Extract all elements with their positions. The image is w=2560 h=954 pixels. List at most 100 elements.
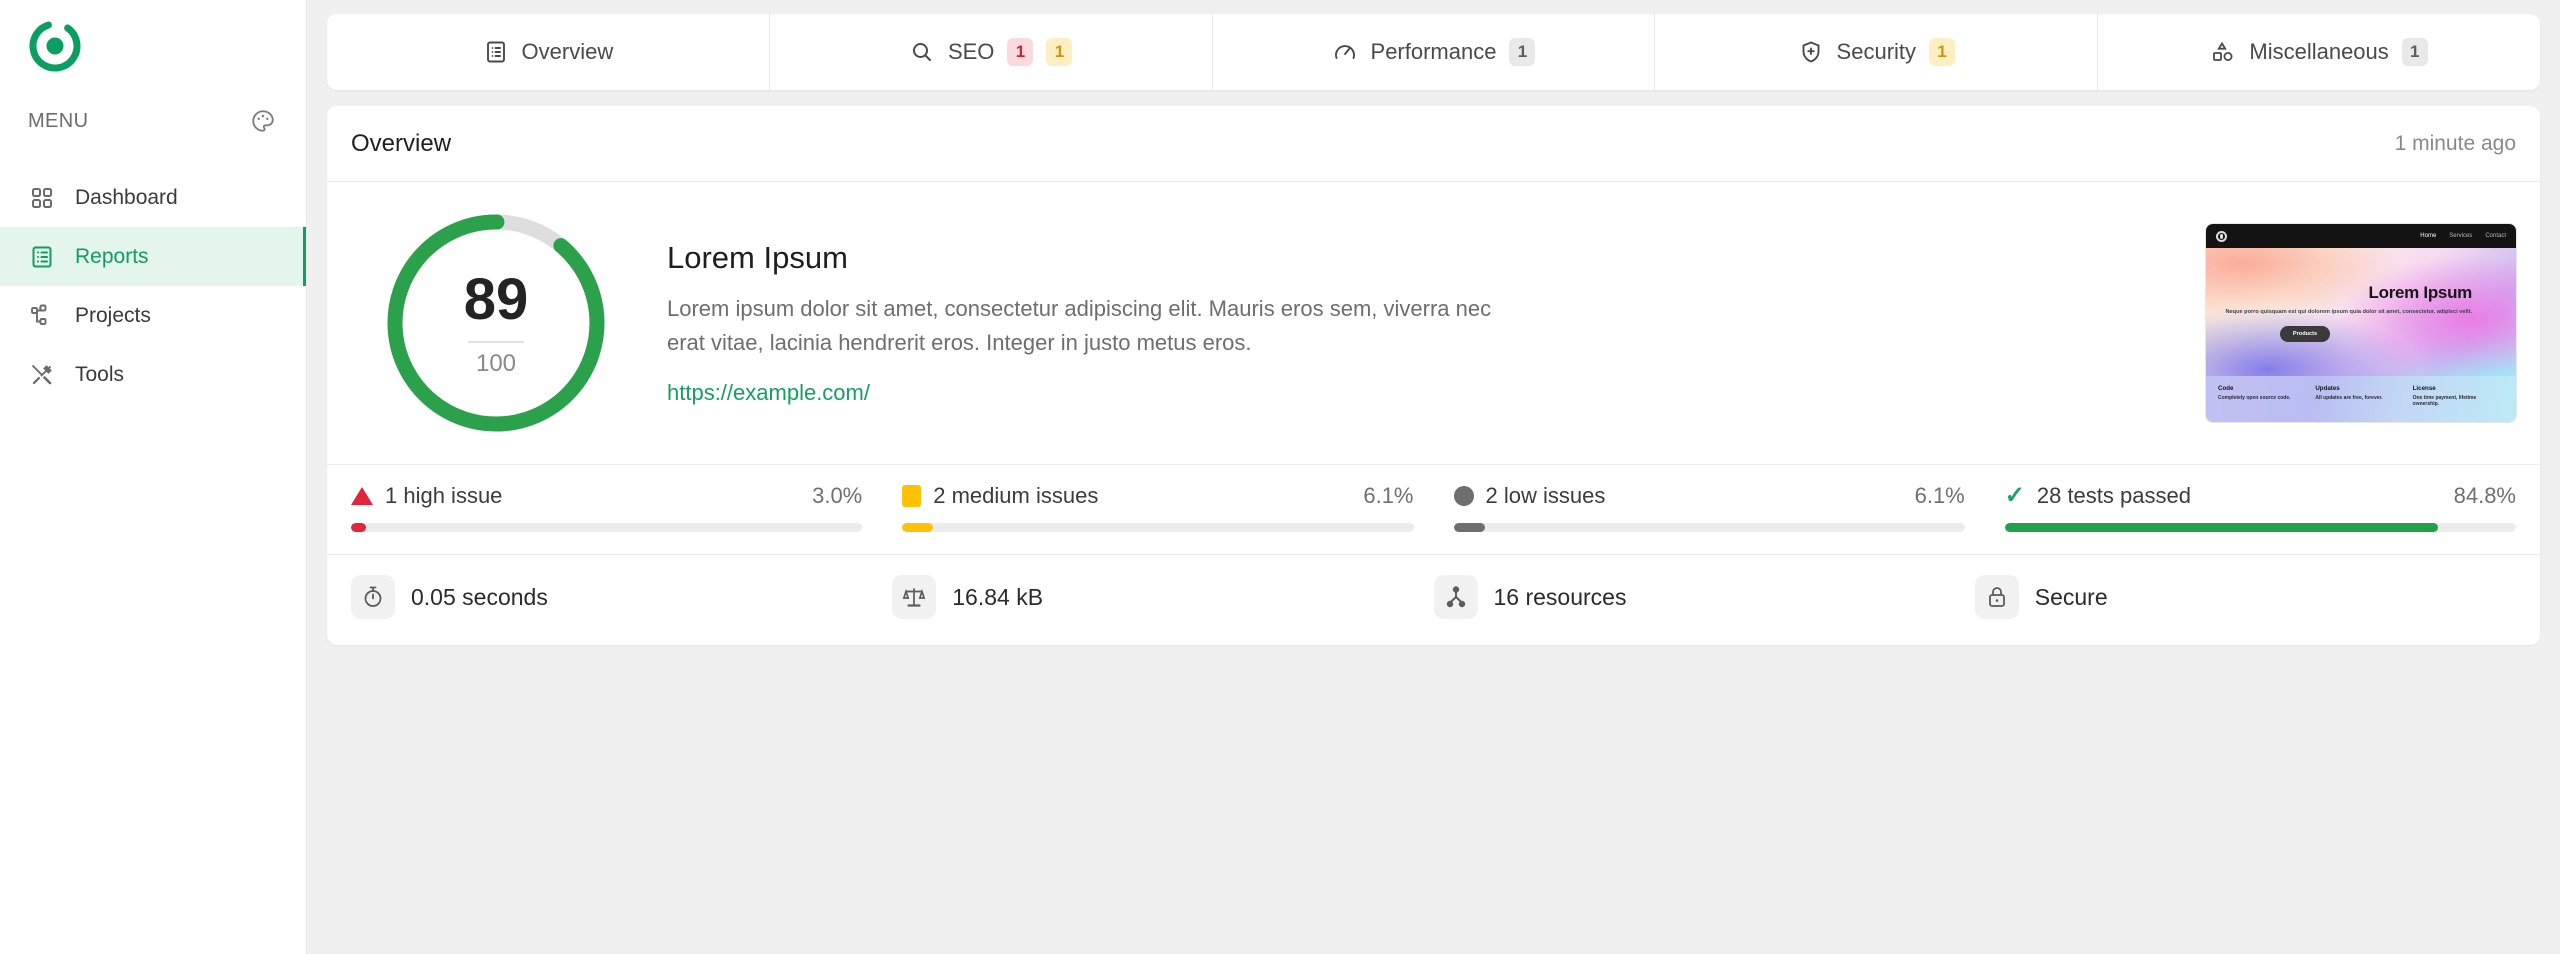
thumbnail-feature-text: One time payment, lifetime ownership. (2412, 395, 2477, 407)
issue-progress-fill (902, 523, 934, 532)
main-content: Overview SEO 1 1 Performance 1 Security … (307, 0, 2560, 954)
issue-progress-fill (2004, 523, 2439, 532)
last-updated-timestamp: 1 minute ago (2394, 131, 2516, 155)
issue-label: 28 tests passed (2036, 483, 2191, 508)
tab-label: Overview (521, 39, 614, 64)
sidebar-item-label: Tools (75, 362, 125, 386)
issue-progress-track (2004, 523, 2516, 532)
stat-value: Secure (2034, 583, 2108, 610)
sidebar-item-label: Reports (75, 244, 149, 268)
site-thumbnail[interactable]: Home Services Contact Lorem Ipsum Neque … (2206, 224, 2516, 422)
thumbnail-navbar: Home Services Contact (2206, 224, 2516, 248)
stat-resources: 16 resources (1433, 575, 1975, 619)
tab-label: Security (1836, 39, 1917, 64)
stat-value: 16.84 kB (952, 583, 1044, 610)
sidebar-nav: Dashboard Reports Projects Tools (0, 168, 306, 404)
sidebar-item-label: Dashboard (75, 185, 178, 209)
sitemap-icon (29, 303, 55, 329)
thumbnail-hero-button: Products (2279, 325, 2331, 342)
issue-progress-track (1453, 523, 1965, 532)
thumbnail-nav-link: Contact (2485, 233, 2506, 239)
tab-badge-high: 1 (1007, 38, 1034, 66)
tab-badge-medium: 1 (1046, 38, 1073, 66)
sidebar-item-reports[interactable]: Reports (0, 227, 306, 286)
site-url-link[interactable]: https://example.com/ (667, 380, 870, 406)
overview-hero: 89 100 Lorem Ipsum Lorem ipsum dolor sit… (327, 182, 2540, 465)
tab-badge-count: 1 (1509, 38, 1536, 66)
app-logo-icon (27, 18, 83, 74)
thumbnail-feature: License One time payment, lifetime owner… (2413, 385, 2504, 422)
issue-percent: 6.1% (1363, 483, 1414, 508)
issue-percent: 6.1% (1914, 483, 1965, 508)
stats-row: 0.05 seconds 16.84 kB 16 resources Secur… (327, 555, 2540, 645)
sidebar-item-projects[interactable]: Projects (0, 286, 306, 345)
score-center: 89 100 (381, 208, 611, 438)
thumbnail-hero: Lorem Ipsum Neque porro quisquam est qui… (2206, 248, 2516, 376)
tab-performance[interactable]: Performance 1 (1212, 14, 1656, 90)
issue-progress-track (351, 523, 863, 532)
tab-label: Miscellaneous (2249, 39, 2389, 64)
thumbnail-feature: Code Completely open source code. (2218, 385, 2309, 422)
issue-medium: 2 medium issues 6.1% (902, 483, 1453, 532)
overview-card: Overview 1 minute ago 89 100 Lorem Ipsum… (327, 106, 2540, 645)
thumbnail-feature-title: Code (2218, 385, 2234, 392)
overview-card-header: Overview 1 minute ago (327, 106, 2540, 182)
sidebar-item-dashboard[interactable]: Dashboard (0, 168, 306, 227)
issue-low: 2 low issues 6.1% (1453, 483, 2005, 532)
tools-icon (29, 362, 55, 388)
triangle-marker-icon (351, 487, 373, 505)
thumbnail-hero-title: Lorem Ipsum (2368, 282, 2473, 302)
issue-passed: ✓ 28 tests passed 84.8% (2004, 482, 2516, 532)
issue-summary-row: 1 high issue 3.0% 2 medium issues 6.1% 2… (327, 465, 2540, 555)
tab-label: Performance (1370, 39, 1497, 64)
check-marker-icon: ✓ (2004, 482, 2025, 509)
report-list-icon (29, 244, 55, 270)
page-title: Overview (351, 129, 452, 157)
tab-overview[interactable]: Overview (327, 14, 770, 90)
tab-miscellaneous[interactable]: Miscellaneous 1 (2098, 14, 2540, 90)
search-icon (909, 39, 935, 65)
gauge-icon (1332, 39, 1358, 65)
thumbnail-features: Code Completely open source code. Update… (2206, 376, 2516, 422)
thumbnail-feature-text: All updates are free, forever. (2315, 395, 2383, 401)
report-tabs: Overview SEO 1 1 Performance 1 Security … (327, 14, 2540, 90)
tab-badge-count: 1 (2401, 38, 2428, 66)
tab-seo[interactable]: SEO 1 1 (769, 14, 1213, 90)
thumbnail-nav-link: Home (2420, 233, 2437, 239)
stat-security: Secure (1974, 575, 2516, 619)
lock-icon (1974, 575, 2019, 619)
scales-icon (892, 575, 937, 619)
menu-header: MENU (0, 96, 306, 146)
stat-value: 0.05 seconds (411, 583, 548, 610)
menu-label: MENU (28, 109, 89, 132)
issue-percent: 84.8% (2453, 483, 2516, 508)
site-info: Lorem Ipsum Lorem ipsum dolor sit amet, … (611, 240, 2206, 406)
thumbnail-feature-title: Updates (2315, 385, 2340, 392)
thumbnail-feature-text: Completely open source code. (2218, 395, 2291, 401)
square-marker-icon (902, 485, 922, 507)
score-gauge: 89 100 (381, 208, 611, 438)
thumbnail-nav-links: Home Services Contact (2420, 233, 2506, 239)
tab-security[interactable]: Security 1 (1655, 14, 2099, 90)
site-description: Lorem ipsum dolor sit amet, consectetur … (667, 295, 1492, 355)
app-root: MENU Dashboard Reports Projects Tools Ov… (0, 0, 2560, 954)
sidebar-item-tools[interactable]: Tools (0, 345, 306, 404)
palette-icon[interactable] (250, 108, 276, 134)
issue-percent: 3.0% (812, 483, 863, 508)
stat-page-weight: 16.84 kB (892, 575, 1433, 619)
sidebar-item-label: Projects (75, 303, 151, 327)
issue-progress-fill (351, 523, 367, 532)
issue-label: 2 medium issues (933, 483, 1099, 508)
shapes-icon (2210, 39, 2236, 65)
issue-high: 1 high issue 3.0% (351, 483, 902, 532)
issue-progress-track (902, 523, 1414, 532)
thumbnail-nav-link: Services (2449, 233, 2473, 239)
stopwatch-icon (351, 575, 395, 619)
resources-icon (1433, 575, 1478, 619)
site-title: Lorem Ipsum (667, 239, 848, 275)
logo-container[interactable] (0, 0, 306, 92)
thumbnail-hero-subtitle: Neque porro quisquam est qui dolorem ips… (2225, 308, 2472, 315)
stat-load-time: 0.05 seconds (351, 575, 892, 619)
sidebar: MENU Dashboard Reports Projects Tools (0, 0, 307, 954)
issue-label: 2 low issues (1485, 483, 1606, 508)
